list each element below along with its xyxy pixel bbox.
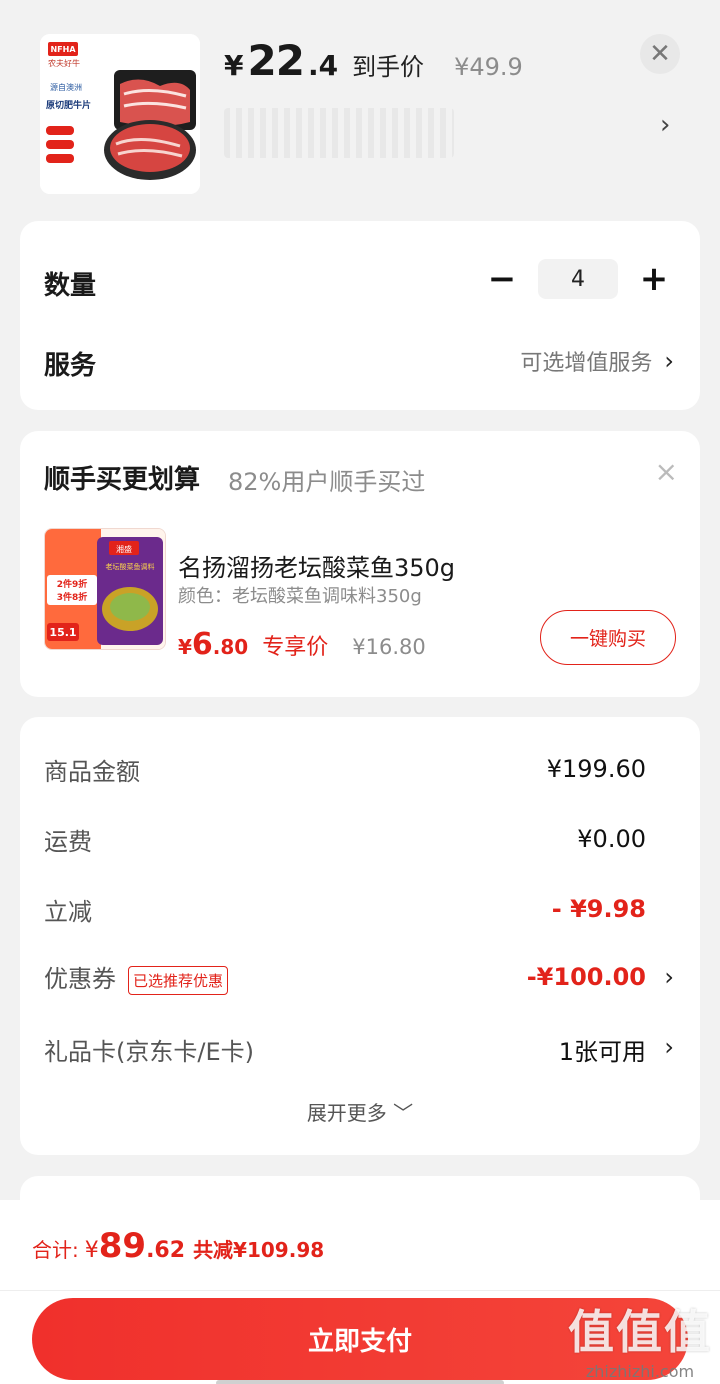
home-indicator[interactable] xyxy=(216,1380,504,1384)
promo-line-2: 3件8折 xyxy=(57,591,88,603)
quantity-stepper: − 4 + xyxy=(482,259,674,299)
addon-title: 顺手买更划算 xyxy=(44,465,201,495)
fee-breakdown-card: 商品金额 ¥199.60 运费 ¥0.00 立减 - ¥9.98 优惠券 已选推荐… xyxy=(20,717,700,1155)
addon-price-decimal: .80 xyxy=(212,635,249,659)
giftcard-value: 1张可用 xyxy=(558,1037,646,1066)
expand-more-button[interactable]: 展开更多 ﹀ xyxy=(20,1097,700,1126)
badge-title: 原切肥牛片 xyxy=(46,99,91,111)
promo-price: 15.1 xyxy=(49,626,76,639)
chevron-right-icon[interactable]: › xyxy=(664,963,674,991)
plus-button[interactable]: + xyxy=(634,259,674,299)
chevron-right-icon[interactable]: › xyxy=(664,1033,674,1061)
watermark-logo: 值值值 xyxy=(568,1305,712,1359)
discount-label: 立减 xyxy=(44,897,92,926)
watermark-url: zhizhizhi.com xyxy=(585,1362,695,1381)
product-header: NFHA 农夫好牛 源自澳洲 原切肥牛片 ¥22.4 到手价 ¥49.9 ✕ › xyxy=(0,0,720,210)
addon-price: ¥6.80 xyxy=(178,627,248,662)
shipping-label: 运费 xyxy=(44,827,92,856)
goods-amount-row: 商品金额 ¥199.60 xyxy=(44,749,646,789)
spec-selector-blurred[interactable] xyxy=(224,108,454,158)
close-icon: ✕ xyxy=(649,39,671,69)
total-row: 合计: ¥89.62 共减¥109.98 xyxy=(32,1226,324,1266)
package-brand: 湘盛 xyxy=(116,544,132,554)
price-currency: ¥ xyxy=(224,49,244,82)
total-integer: 89 xyxy=(98,1226,147,1266)
shipping-row: 运费 ¥0.00 xyxy=(44,819,646,859)
giftcard-row[interactable]: 礼品卡(京东卡/E卡) 1张可用 xyxy=(44,1029,646,1069)
product-thumbnail[interactable]: NFHA 农夫好牛 源自澳洲 原切肥牛片 xyxy=(40,34,200,194)
total-label: 合计: xyxy=(32,1238,79,1262)
chevron-right-icon: › xyxy=(664,347,674,375)
addon-subtitle: 82%用户顺手买过 xyxy=(228,468,426,496)
package-name: 老坛酸菜鱼调料 xyxy=(106,562,155,571)
addon-price-currency: ¥ xyxy=(178,635,192,659)
service-selector[interactable]: 可选增值服务 › xyxy=(520,345,674,377)
one-click-buy-button[interactable]: 一键购买 xyxy=(540,610,676,665)
price-integer: 22 xyxy=(247,36,304,85)
goods-amount-value: ¥199.60 xyxy=(546,755,646,783)
total-currency: ¥ xyxy=(84,1238,99,1263)
product-price-row: ¥22.4 到手价 ¥49.9 xyxy=(224,36,523,86)
coupon-value: -¥100.00 xyxy=(526,963,646,991)
coupon-label: 优惠券 xyxy=(44,965,116,994)
brand-logo: NFHA xyxy=(50,45,76,54)
addon-product-spec: 颜色：老坛酸菜鱼调味料350g xyxy=(178,586,422,607)
footer-divider xyxy=(0,1290,720,1291)
badge-origin: 源自澳洲 xyxy=(50,82,82,92)
addon-close-icon[interactable]: × xyxy=(655,455,678,488)
seasoning-package-image: 2件9折 3件8折 15.1 湘盛 老坛酸菜鱼调料 xyxy=(45,529,165,649)
promo-line-1: 2件9折 xyxy=(57,578,88,590)
total-decimal: .62 xyxy=(146,1238,186,1263)
giftcard-label: 礼品卡(京东卡/E卡) xyxy=(44,1037,254,1066)
addon-price-tag: 专享价 xyxy=(262,635,329,660)
addon-product-image[interactable]: 2件9折 3件8折 15.1 湘盛 老坛酸菜鱼调料 xyxy=(44,528,166,650)
price-decimal: .4 xyxy=(307,49,339,82)
service-value: 可选增值服务 xyxy=(520,351,653,376)
addon-original-price: ¥16.80 xyxy=(352,635,426,659)
shipping-value: ¥0.00 xyxy=(577,825,646,853)
brand-name: 农夫好牛 xyxy=(48,58,80,68)
addon-recommend-card: 顺手买更划算 82%用户顺手买过 × 2件9折 3件8折 15.1 湘盛 老坛酸… xyxy=(20,431,700,697)
addon-price-integer: 6 xyxy=(191,627,213,662)
minus-button[interactable]: − xyxy=(482,259,522,299)
site-watermark: 值值值 zhizhizhi.com xyxy=(568,1296,712,1381)
chevron-right-icon[interactable]: › xyxy=(660,110,670,140)
close-button[interactable]: ✕ xyxy=(640,34,680,74)
discount-row: 立减 - ¥9.98 xyxy=(44,889,646,929)
service-label: 服务 xyxy=(44,351,97,381)
quantity-input[interactable]: 4 xyxy=(538,259,618,299)
addon-product-name[interactable]: 名扬溜扬老坛酸菜鱼350g xyxy=(178,548,455,583)
quantity-service-card: 数量 − 4 + 服务 可选增值服务 › xyxy=(20,221,700,410)
addon-price-row: ¥6.80 专享价 ¥16.80 xyxy=(178,627,426,662)
original-price: ¥49.9 xyxy=(454,53,523,81)
beef-product-image: NFHA 农夫好牛 源自澳洲 原切肥牛片 xyxy=(40,34,200,194)
coupon-row[interactable]: 优惠券 已选推荐优惠 -¥100.00 xyxy=(44,957,646,997)
total-saving: 共减¥109.98 xyxy=(193,1238,325,1262)
discount-value: - ¥9.98 xyxy=(551,895,646,923)
price-label: 到手价 xyxy=(352,53,425,81)
coupon-recommended-tag: 已选推荐优惠 xyxy=(128,965,229,995)
quantity-label: 数量 xyxy=(44,271,97,301)
goods-amount-label: 商品金额 xyxy=(44,757,140,786)
